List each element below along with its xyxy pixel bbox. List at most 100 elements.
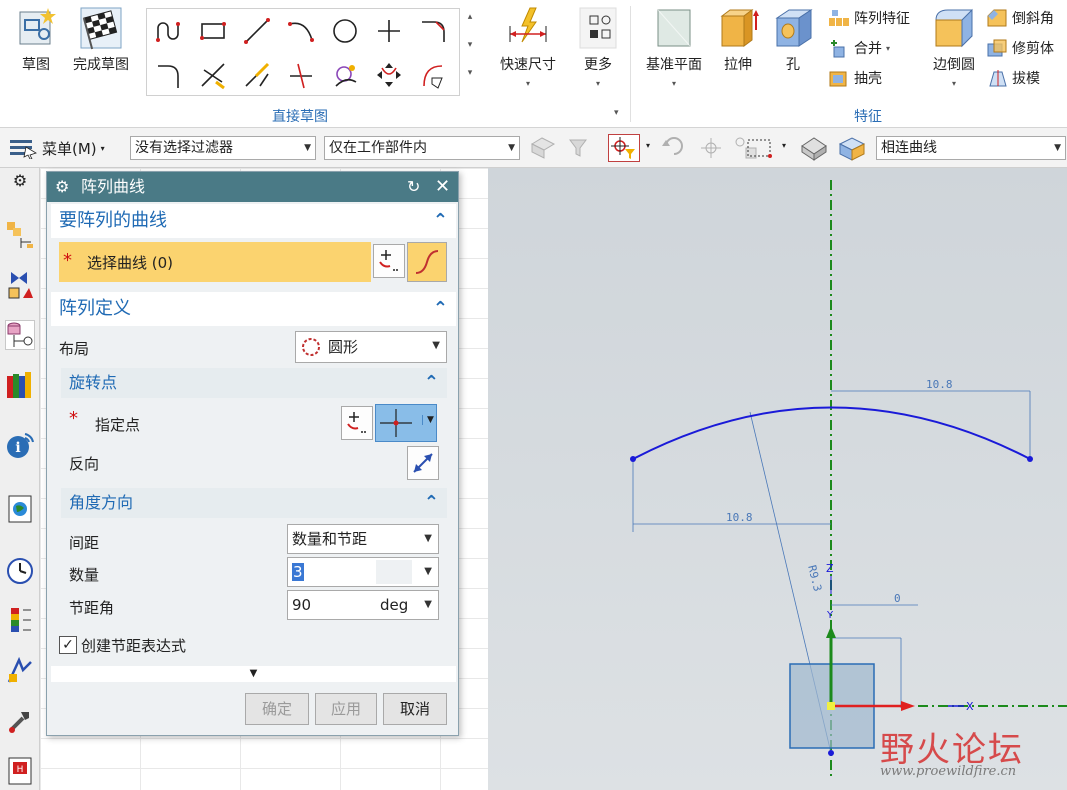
- trim-body-button[interactable]: 修剪体: [986, 38, 1054, 58]
- menu-button[interactable]: 菜单(M) ▾: [8, 134, 105, 162]
- chevron-up-icon[interactable]: ⌃: [433, 204, 448, 238]
- sketch-button[interactable]: 草图: [8, 6, 64, 74]
- subsection-rotation-point[interactable]: 旋转点 ⌃: [61, 368, 447, 398]
- fillet-tool[interactable]: [415, 13, 451, 49]
- delete-curve-tool[interactable]: [415, 57, 451, 93]
- chevron-down-icon[interactable]: ▼: [424, 591, 432, 619]
- pattern-feature-button[interactable]: 阵列特征: [828, 8, 910, 28]
- inferred-point-button[interactable]: ▼: [375, 404, 437, 442]
- count-input[interactable]: 3 ▼: [287, 557, 439, 587]
- rectangle-tool[interactable]: [195, 13, 231, 49]
- line-tool[interactable]: [239, 13, 275, 49]
- resource-settings-button[interactable]: ⚙: [5, 168, 35, 192]
- layout-dropdown[interactable]: 圆形 ▼: [295, 331, 447, 363]
- lower-point[interactable]: [828, 750, 834, 756]
- section-pattern-definition[interactable]: 阵列定义 ⌃: [51, 292, 456, 326]
- profile-tool[interactable]: [151, 13, 187, 49]
- chevron-up-icon[interactable]: ⌃: [433, 292, 448, 326]
- chevron-down-icon[interactable]: ▼: [424, 558, 432, 586]
- select-curve-row[interactable]: * 选择曲线 (0): [59, 242, 371, 282]
- apply-button[interactable]: 应用: [315, 693, 377, 725]
- ok-button[interactable]: 确定: [245, 693, 309, 725]
- arc-tool[interactable]: [283, 13, 319, 49]
- reuse-library-button[interactable]: [5, 370, 35, 400]
- chevron-up-icon[interactable]: ⌃: [424, 488, 439, 518]
- unite-button[interactable]: 合并 ▾: [828, 38, 890, 58]
- chamfer-tool[interactable]: [151, 57, 187, 93]
- dimension-left-text[interactable]: 10.8: [726, 511, 753, 524]
- datum-plane-button[interactable]: 基准平面 ▾: [638, 6, 710, 90]
- spacing-dropdown[interactable]: 数量和节距 ▼: [287, 524, 439, 554]
- dimension-right-text[interactable]: 10.8: [926, 378, 953, 391]
- section-curves-to-pattern[interactable]: 要阵列的曲线 ⌃: [51, 204, 456, 238]
- quick-trim-tool[interactable]: [195, 57, 231, 93]
- constraint-navigator-button[interactable]: [5, 270, 35, 300]
- cancel-button[interactable]: 取消: [383, 693, 447, 725]
- selection-filter-dropdown[interactable]: 没有选择过滤器 ▼: [130, 136, 316, 160]
- roles-button[interactable]: [5, 706, 35, 736]
- shell-button[interactable]: 抽壳: [828, 68, 882, 88]
- finish-sketch-button[interactable]: 完成草图: [66, 6, 136, 74]
- arc-endpoint-right[interactable]: [1027, 456, 1033, 462]
- circle-tool[interactable]: [327, 13, 363, 49]
- create-expression-checkbox[interactable]: ✓: [59, 636, 77, 654]
- reverse-direction-button[interactable]: [407, 446, 439, 480]
- move-curve-tool[interactable]: [371, 57, 407, 93]
- face-select-icon[interactable]: [798, 134, 830, 162]
- dimension-zero-text[interactable]: 0: [894, 592, 901, 605]
- offset-curve-tool[interactable]: [327, 57, 363, 93]
- chamfer-button[interactable]: 倒斜角: [986, 8, 1054, 28]
- assembly-navigator-button[interactable]: [5, 220, 35, 250]
- arc-endpoint-left[interactable]: [630, 456, 636, 462]
- point-crosshair-icon[interactable]: [696, 136, 726, 160]
- curve-rule-dropdown[interactable]: 相连曲线 ▼: [876, 136, 1066, 160]
- sketch-grid-scroll[interactable]: ▴ ▾ ▾: [464, 10, 476, 94]
- sketch-section-button[interactable]: [373, 244, 405, 278]
- datum-plane-dropdown-icon[interactable]: ▾: [672, 79, 676, 88]
- point-dialog-button[interactable]: [341, 406, 373, 440]
- dialog-title-bar[interactable]: ⚙ 阵列曲线 ↻ ✕: [47, 172, 458, 202]
- edge-blend-button[interactable]: 边倒圆 ▾: [926, 6, 982, 90]
- make-corner-tool[interactable]: [283, 57, 319, 93]
- web-browser-button[interactable]: [5, 494, 35, 524]
- reset-icon[interactable]: ↻: [407, 172, 420, 202]
- pitch-angle-input[interactable]: 90 deg ▼: [287, 590, 439, 620]
- more-options-toggle[interactable]: ▼: [51, 666, 456, 682]
- hole-button[interactable]: 孔: [768, 6, 818, 74]
- body-select-icon[interactable]: [836, 134, 868, 162]
- gear-icon[interactable]: ⚙: [55, 172, 69, 202]
- unite-dropdown-icon[interactable]: ▾: [886, 44, 890, 53]
- rectangle-select-dropdown-icon[interactable]: ▾: [782, 141, 786, 150]
- undo-rotate-icon[interactable]: [660, 136, 690, 160]
- system-scenes-button[interactable]: H: [5, 756, 35, 786]
- more-dropdown-icon[interactable]: ▾: [596, 79, 600, 88]
- curve-select-button[interactable]: [407, 242, 447, 282]
- quick-extend-tool[interactable]: [239, 57, 275, 93]
- history-button[interactable]: [5, 556, 35, 586]
- more-button[interactable]: 更多 ▾: [572, 6, 624, 90]
- csys-origin[interactable]: [827, 702, 835, 710]
- sketch-canvas[interactable]: 10.8 10.8 R9.3 0 Z Y X: [488, 168, 1067, 790]
- chevron-down-icon[interactable]: ▼: [422, 415, 434, 425]
- select-features-icon[interactable]: [528, 136, 558, 160]
- close-icon[interactable]: ✕: [435, 172, 450, 202]
- visualization-palette-button[interactable]: [5, 606, 35, 636]
- extrude-button[interactable]: 拉伸: [712, 6, 764, 74]
- chevron-up-icon[interactable]: ⌃: [424, 368, 439, 398]
- selection-scope-dropdown[interactable]: 仅在工作部件内 ▼: [324, 136, 520, 160]
- subsection-angular-direction[interactable]: 角度方向 ⌃: [61, 488, 447, 518]
- rectangle-select-icon[interactable]: [744, 136, 776, 160]
- snap-point-button[interactable]: [608, 134, 640, 162]
- process-studio-button[interactable]: [5, 656, 35, 686]
- graphics-window[interactable]: 10.8 10.8 R9.3 0 Z Y X: [488, 168, 1067, 790]
- hd3d-tools-button[interactable]: i: [5, 430, 35, 460]
- rapid-dimension-button[interactable]: 快速尺寸 ▾: [492, 6, 564, 90]
- rapid-dimension-dropdown-icon[interactable]: ▾: [526, 79, 530, 88]
- select-filter-funnel-icon[interactable]: [566, 136, 596, 160]
- point-tool[interactable]: [371, 13, 407, 49]
- draft-button[interactable]: 拔模: [986, 68, 1040, 88]
- edge-blend-dropdown-icon[interactable]: ▾: [952, 79, 956, 88]
- dimension-radius-text[interactable]: R9.3: [805, 564, 824, 593]
- snap-dropdown-icon[interactable]: ▾: [646, 141, 650, 150]
- part-navigator-button[interactable]: [5, 320, 35, 350]
